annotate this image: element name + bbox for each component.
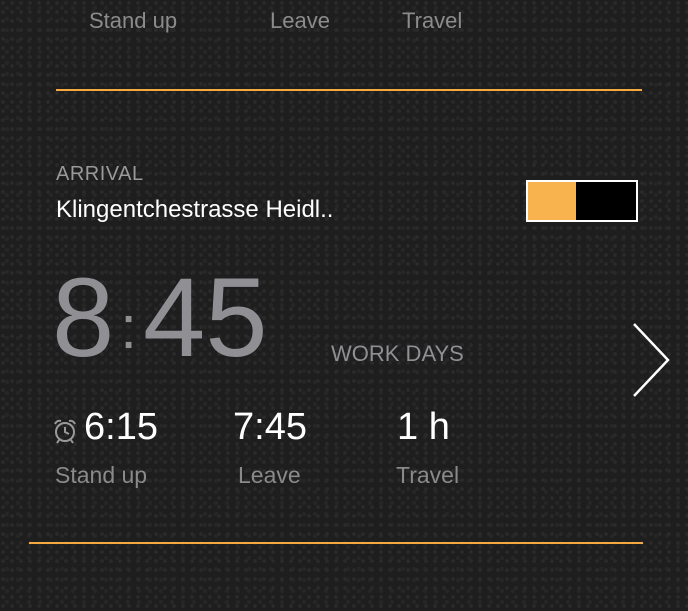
stand-up-time[interactable]: 6:15 (84, 408, 158, 446)
leave-time[interactable]: 7:45 (233, 408, 307, 446)
arrival-time-hours: 8 (52, 255, 115, 380)
travel-time[interactable]: 1 h (397, 408, 450, 446)
arrival-label: ARRIVAL (56, 163, 144, 185)
toggle-on-segment (528, 182, 576, 220)
prev-travel-label: Travel (402, 8, 463, 33)
alarm-clock-icon (54, 419, 76, 444)
prev-leave-label: Leave (270, 8, 330, 33)
prev-stand-up-label: Stand up (89, 8, 178, 33)
bottom-divider (29, 542, 643, 544)
arrival-time-separator: : (120, 294, 137, 361)
arrival-address[interactable]: Klingentchestrasse Heidl.. (56, 196, 333, 224)
arrival-time-minutes: 45 (142, 255, 268, 380)
travel-label: Travel (396, 462, 460, 488)
leave-label: Leave (238, 462, 301, 488)
alarm-toggle[interactable] (526, 180, 638, 222)
arrival-time[interactable]: 8 : 45 (52, 262, 268, 374)
repeat-label[interactable]: WORK DAYS (331, 341, 464, 367)
chevron-right-icon[interactable] (628, 320, 674, 400)
stand-up-label: Stand up (55, 462, 148, 488)
top-divider (56, 89, 642, 91)
